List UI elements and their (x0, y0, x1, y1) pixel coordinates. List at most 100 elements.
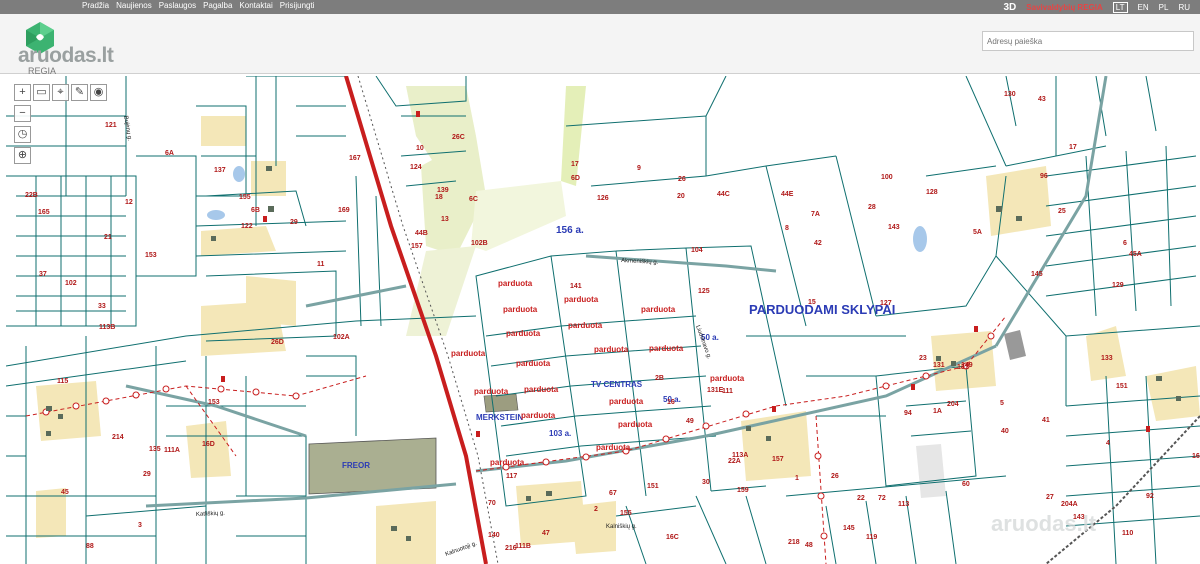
header-right: 3D Savivaldybių REGIA LT EN PL RU (1004, 0, 1190, 14)
nav-paslaugos[interactable]: Paslaugos (159, 1, 196, 10)
pond-icon (233, 166, 245, 182)
parcel-number: 26 (831, 473, 839, 480)
address-search-input[interactable] (982, 31, 1194, 51)
parcel-number: 26 (678, 176, 686, 183)
parcel-number: 102 (65, 280, 77, 287)
zoom-out-icon[interactable]: − (14, 105, 31, 122)
parcel-number: 37 (39, 271, 47, 278)
parcel-number: 45A (1129, 251, 1142, 258)
parcel-number: 22 (857, 495, 865, 502)
parcel-number: 5 (1000, 400, 1004, 407)
parcel-number: 17 (1069, 144, 1077, 151)
parcel-number: 128 (926, 189, 938, 196)
sold-label: parduota (594, 345, 629, 354)
parcel-number: 15 (808, 299, 816, 306)
freor-label: FREOR (342, 461, 370, 470)
parcel-number: 102B (471, 240, 488, 247)
edit-tool-icon[interactable]: ✎ (71, 84, 88, 101)
parcel-number: 6D (571, 175, 580, 182)
parcel-number: 13 (441, 216, 449, 223)
parcel-number: 124 (410, 164, 422, 171)
main-annotation: PARDUODAMI SKLYPAI (749, 302, 895, 317)
parcel-number: 48 (805, 542, 813, 549)
parcel-number: 137 (214, 167, 226, 174)
parcel-number: 70 (488, 500, 496, 507)
sold-labels: parduota parduota parduota parduota parduota… (451, 279, 745, 467)
pin-tool-icon[interactable]: ⌖ (52, 84, 69, 101)
parcel-number: 27 (1046, 494, 1054, 501)
freor-building (308, 437, 437, 495)
parcel-number: 17 (571, 161, 579, 168)
parcel-number: 104 (691, 247, 703, 254)
mode-3d-button[interactable]: 3D (1004, 2, 1017, 13)
parcel-number: 133 (1101, 355, 1113, 362)
parcel-number: 43 (1038, 96, 1046, 103)
logo-text: aruodas.lt (18, 44, 114, 67)
nav-kontaktai[interactable]: Kontaktai (239, 1, 272, 10)
parcel-number: 28 (868, 204, 876, 211)
nav-pradzia[interactable]: Pradžia (82, 1, 109, 10)
parcel-number: 1A (933, 408, 942, 415)
parcel-number: 145 (1031, 271, 1043, 278)
sold-label: parduota (516, 359, 551, 368)
parcel-number: 41 (1042, 417, 1050, 424)
target-tool-icon[interactable]: ◉ (90, 84, 107, 101)
pond-icon (913, 226, 927, 252)
parcel-number: 153 (145, 252, 157, 259)
parcel-number: 25 (1058, 208, 1066, 215)
parcel-number: 88 (86, 543, 94, 550)
sold-label: parduota (506, 329, 541, 338)
parcel-number: 141 (570, 283, 582, 290)
parcel-number: 60 (962, 481, 970, 488)
cadastral-map[interactable]: PARDUODAMI SKLYPAI 156 a. 50 a. 50 a. 10… (6, 76, 1200, 564)
nav-prisijungti[interactable]: Prisijungti (280, 1, 315, 10)
parcel-number: 155 (239, 194, 251, 201)
street-label: Kalniškių g. (606, 524, 637, 530)
parcel-number: 214 (112, 434, 124, 441)
merkstein-building (483, 393, 519, 413)
locate-icon[interactable]: ⊕ (14, 147, 31, 164)
parcel-number: 151 (647, 483, 659, 490)
map-canvas[interactable]: PARDUODAMI SKLYPAI 156 a. 50 a. 50 a. 10… (6, 76, 1200, 564)
street-label: Katliškių g. (196, 510, 226, 518)
lang-en[interactable]: EN (1138, 3, 1149, 12)
parcel-number: 2 (594, 506, 598, 513)
parcel-number: 139 (437, 187, 449, 194)
parcel-number: 16 (667, 399, 675, 406)
building (1004, 330, 1026, 360)
parcel-number: 40 (1001, 428, 1009, 435)
parcel-number: 5A (973, 229, 982, 236)
lang-lt[interactable]: LT (1112, 1, 1128, 13)
parcel-number: 111A (164, 447, 180, 454)
parcel-number: 6 (1123, 240, 1127, 247)
sold-label: parduota (521, 411, 556, 420)
measure-tool-icon[interactable]: ▭ (33, 84, 50, 101)
sold-label: parduota (498, 279, 533, 288)
parcel-number: 94 (904, 410, 912, 417)
sold-label: parduota (451, 349, 486, 358)
sold-label: parduota (609, 397, 644, 406)
parcel-number: 135 (149, 446, 161, 453)
parcel-number: 127 (880, 300, 892, 307)
parcel-number: 6B (251, 207, 260, 214)
lang-ru[interactable]: RU (1178, 3, 1190, 12)
nav-naujienos[interactable]: Naujienos (116, 1, 152, 10)
parcel-boundaries (6, 76, 1200, 564)
parcel-number: 100 (881, 174, 893, 181)
street-label: Bujėnų g. (122, 115, 132, 141)
watermark: aruodas.lt (991, 511, 1097, 536)
history-icon[interactable]: ◷ (14, 126, 31, 143)
sold-label: parduota (710, 374, 745, 383)
parcel-number: 44E (781, 191, 794, 198)
pan-tool-icon[interactable]: + (14, 84, 31, 101)
parcel-number: 29 (143, 471, 151, 478)
lang-pl[interactable]: PL (1159, 3, 1169, 12)
nav-pagalba[interactable]: Pagalba (203, 1, 232, 10)
parcel-number: 126 (597, 195, 609, 202)
tv-centras-label: TV CENTRAS (591, 380, 643, 389)
parcel-number: 22B (25, 192, 38, 199)
parcel-number: 20 (677, 193, 685, 200)
parcel-number: 8 (785, 225, 789, 232)
parcel-number: 29 (290, 219, 298, 226)
parcel-number: 140 (488, 532, 500, 539)
